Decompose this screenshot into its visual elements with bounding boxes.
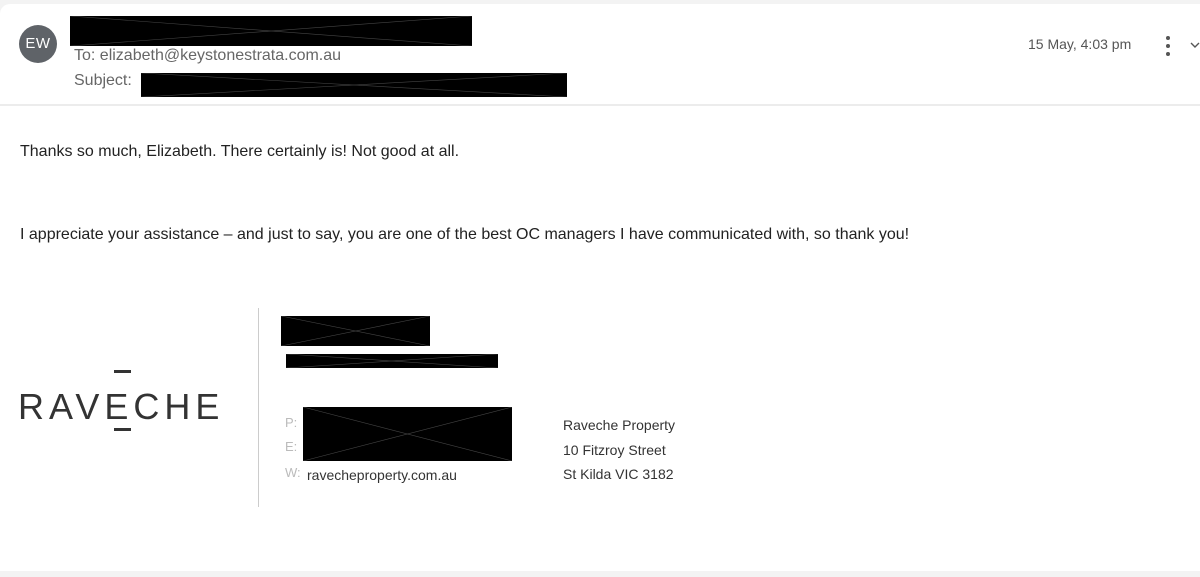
address-street: 10 Fitzroy Street (563, 442, 666, 458)
redacted-sender-name (70, 16, 472, 46)
body-paragraph: Thanks so much, Elizabeth. There certain… (20, 143, 460, 160)
website-link[interactable]: ravecheproperty.com.au (307, 467, 457, 483)
email-message: EW To: elizabeth@keystonestrata.com.au S… (0, 4, 1200, 577)
logo-bottom-bar (114, 428, 131, 431)
raveche-logo: RAVECHE (18, 370, 232, 436)
recipient-line: To: elizabeth@keystonestrata.com.au (74, 47, 342, 64)
redacted-signature-title (286, 354, 498, 368)
address-city: St Kilda VIC 3182 (563, 466, 674, 482)
email-date: 15 May, 4:03 pm (1028, 36, 1132, 52)
phone-label: P: (285, 415, 298, 430)
logo-wordmark: RAVECHE (18, 386, 225, 427)
subject-label: Subject: (74, 72, 132, 89)
email-label: E: (285, 439, 298, 454)
chevron-down-icon[interactable] (1190, 40, 1200, 50)
email-header: EW To: elizabeth@keystonestrata.com.au S… (0, 4, 1200, 106)
redacted-subject (141, 73, 567, 97)
body-paragraph: I appreciate your assistance – and just … (20, 226, 910, 243)
address-company: Raveche Property (563, 417, 676, 433)
redacted-signature-name (281, 316, 430, 346)
redacted-contact-details (303, 407, 512, 461)
avatar[interactable]: EW (19, 25, 57, 63)
logo-top-bar (114, 370, 131, 373)
page-bottom-strip (0, 571, 1200, 577)
web-label: W: (285, 465, 301, 480)
more-vertical-icon[interactable] (1160, 34, 1176, 58)
signature-divider (258, 308, 259, 507)
